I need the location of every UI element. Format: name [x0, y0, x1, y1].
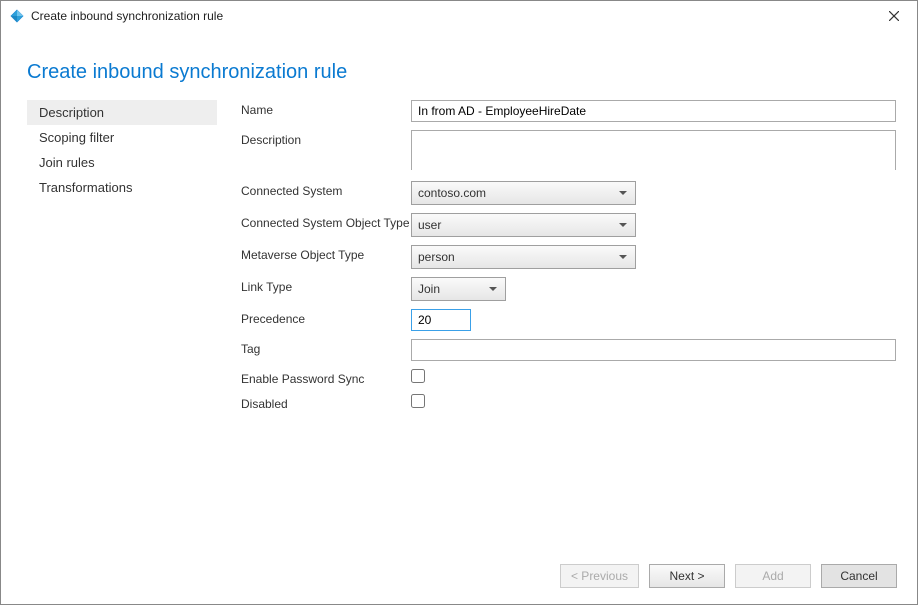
- sidebar-item-transformations[interactable]: Transformations: [27, 175, 217, 200]
- label-connected-system-object-type: Connected System Object Type: [241, 213, 411, 230]
- sidebar-item-join-rules[interactable]: Join rules: [27, 150, 217, 175]
- next-button[interactable]: Next >: [649, 564, 725, 588]
- add-button: Add: [735, 564, 811, 588]
- close-button[interactable]: [879, 5, 909, 27]
- titlebar: Create inbound synchronization rule: [1, 1, 917, 31]
- name-input[interactable]: [411, 100, 896, 122]
- sidebar-item-scoping-filter[interactable]: Scoping filter: [27, 125, 217, 150]
- label-enable-password-sync: Enable Password Sync: [241, 369, 411, 386]
- link-type-dropdown[interactable]: Join: [411, 277, 506, 301]
- label-metaverse-object-type: Metaverse Object Type: [241, 245, 411, 262]
- metaverse-object-type-value: person: [418, 250, 455, 264]
- link-type-value: Join: [418, 282, 440, 296]
- connected-system-object-type-dropdown[interactable]: user: [411, 213, 636, 237]
- app-icon: [9, 8, 25, 24]
- description-input[interactable]: [411, 130, 896, 170]
- tag-input[interactable]: [411, 339, 896, 361]
- precedence-input[interactable]: [411, 309, 471, 331]
- footer-buttons: < Previous Next > Add Cancel: [560, 564, 897, 588]
- enable-password-sync-checkbox[interactable]: [411, 369, 425, 383]
- connected-system-object-type-value: user: [418, 218, 441, 232]
- label-precedence: Precedence: [241, 309, 411, 326]
- disabled-checkbox[interactable]: [411, 394, 425, 408]
- sidebar-item-description[interactable]: Description: [27, 100, 217, 125]
- label-link-type: Link Type: [241, 277, 411, 294]
- previous-button: < Previous: [560, 564, 639, 588]
- label-tag: Tag: [241, 339, 411, 356]
- cancel-button[interactable]: Cancel: [821, 564, 897, 588]
- form-area: Name Description Connected System contos…: [217, 100, 897, 419]
- label-connected-system: Connected System: [241, 181, 411, 198]
- connected-system-value: contoso.com: [418, 186, 486, 200]
- label-disabled: Disabled: [241, 394, 411, 411]
- label-name: Name: [241, 100, 411, 117]
- label-description: Description: [241, 130, 411, 147]
- sidebar: Description Scoping filter Join rules Tr…: [27, 100, 217, 419]
- window-title: Create inbound synchronization rule: [31, 9, 223, 23]
- metaverse-object-type-dropdown[interactable]: person: [411, 245, 636, 269]
- page-title: Create inbound synchronization rule: [27, 61, 917, 84]
- connected-system-dropdown[interactable]: contoso.com: [411, 181, 636, 205]
